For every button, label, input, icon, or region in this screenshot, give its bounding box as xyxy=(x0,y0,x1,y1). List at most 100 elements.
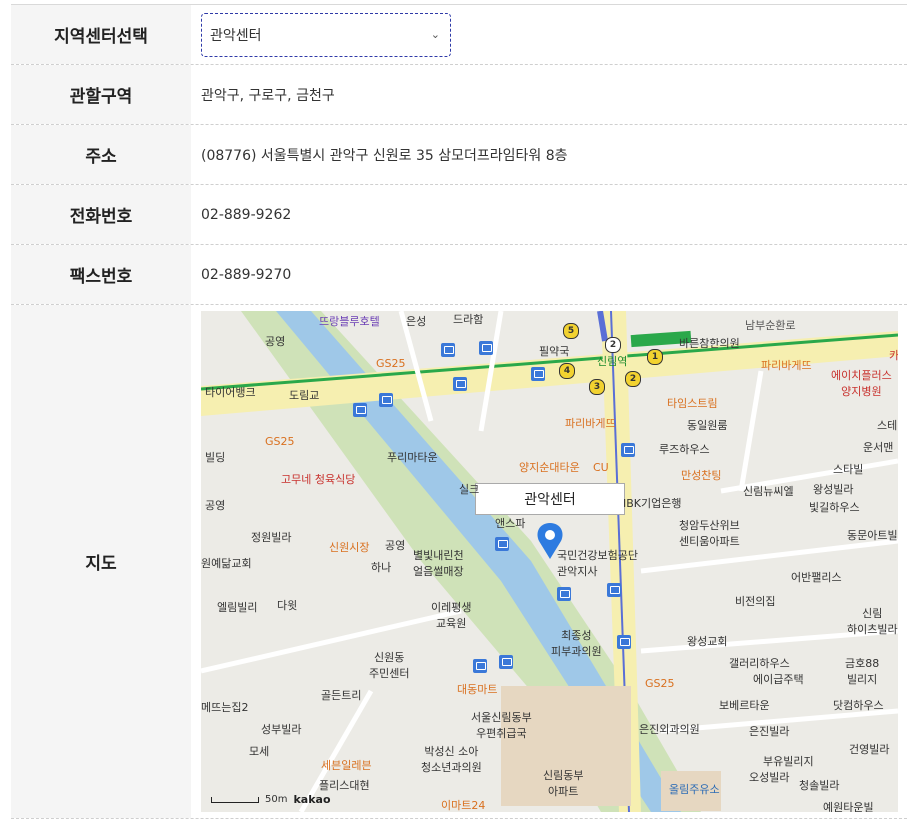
bus-stop-icon[interactable] xyxy=(499,655,513,669)
place-label: 신림뉴씨엘 xyxy=(743,485,794,498)
place-label: 신림동부 아파트 xyxy=(543,769,584,798)
place-label: 은진빌라 xyxy=(749,725,790,738)
place-label: 빌딩 xyxy=(205,451,226,464)
place-label: 이마트24 xyxy=(441,799,486,812)
place-label: IBK기업은행 xyxy=(623,497,682,510)
place-label: 은진외과의원 xyxy=(639,723,700,736)
center-info-table: 지역센터선택 관악센터 ⌄ 관할구역 관악구, 구로구, 금천구 주소 (087… xyxy=(11,4,907,819)
bus-stop-icon[interactable] xyxy=(441,343,455,357)
bus-stop-icon[interactable] xyxy=(621,443,635,457)
scale-label: 50m xyxy=(265,794,288,805)
place-label: 청암두산위브 센티움아파트 xyxy=(679,519,740,548)
place-label: 부유빌리지 xyxy=(763,755,814,768)
place-label: 비전의집 xyxy=(735,595,776,608)
place-label: 오성빌라 xyxy=(749,771,790,784)
phone-value: 02-889-9262 xyxy=(201,206,292,223)
place-label: 성부빌라 xyxy=(261,723,302,736)
place-label: 정원빌라 xyxy=(251,531,292,544)
location-map[interactable]: 관악센터 5 2 1 4 3 2 뜨랑블루호텔 은성 드라함 공영 GS25 타… xyxy=(201,311,898,812)
place-label: 운서맨 xyxy=(863,441,894,454)
row-phone: 전화번호 02-889-9262 xyxy=(11,185,907,245)
place-label: 예원타운빌 xyxy=(823,801,874,812)
place-label: 갤러리하우스 xyxy=(729,657,790,670)
place-label: GS25 xyxy=(376,357,406,370)
map-marker-label[interactable]: 관악센터 xyxy=(475,483,625,515)
place-label: 최종성 피부과의원 xyxy=(551,629,602,658)
row-address: 주소 (08776) 서울특별시 관악구 신원로 35 삼모더프라임타워 8층 xyxy=(11,125,907,185)
place-label: 앤스파 xyxy=(495,517,526,530)
bus-stop-icon[interactable] xyxy=(453,377,467,391)
place-label: 만성찬팅 xyxy=(681,469,722,482)
place-label: 양지순대타운 xyxy=(519,461,580,474)
place-label: 드라함 xyxy=(453,313,484,326)
center-select-dropdown[interactable]: 관악센터 ⌄ xyxy=(201,12,451,57)
bus-stop-icon[interactable] xyxy=(531,367,545,381)
scale-bar xyxy=(211,796,259,803)
place-label: 공영 xyxy=(385,539,406,552)
subway-exit-2-icon: 2 xyxy=(605,337,621,353)
row-center-select: 지역센터선택 관악센터 ⌄ xyxy=(11,5,907,65)
subway-exit-4-icon: 4 xyxy=(559,363,575,379)
place-label: 왕성교회 xyxy=(687,635,728,648)
place-label: GS25 xyxy=(645,677,675,690)
row-label: 지도 xyxy=(11,305,191,818)
place-label: 뜨랑블루호텔 xyxy=(319,315,380,328)
bus-stop-icon[interactable] xyxy=(495,537,509,551)
place-label: 건영빌라 xyxy=(849,743,890,756)
place-label: 어반팰리스 xyxy=(791,571,842,584)
place-label: 골든트리 xyxy=(321,689,362,702)
road-label: 남부순환로 xyxy=(745,319,796,332)
place-label: 필약국 xyxy=(539,345,570,358)
jurisdiction-value: 관악구, 구로구, 금천구 xyxy=(201,87,335,104)
row-fax: 팩스번호 02-889-9270 xyxy=(11,245,907,305)
place-label: 공영 xyxy=(205,499,226,512)
fax-value: 02-889-9270 xyxy=(201,266,292,283)
place-label: 보베르타운 xyxy=(719,699,770,712)
subway-exit-2b-icon: 2 xyxy=(625,371,641,387)
address-value: (08776) 서울특별시 관악구 신원로 35 삼모더프라임타워 8층 xyxy=(201,147,568,164)
place-label: 푸리마타운 xyxy=(387,451,438,464)
place-label: 타임스트림 xyxy=(667,397,718,410)
bus-stop-icon[interactable] xyxy=(557,587,571,601)
place-label: 모세 xyxy=(249,745,270,758)
place-label: 은성 xyxy=(406,315,427,328)
bus-stop-icon[interactable] xyxy=(617,635,631,649)
place-label: 하나 xyxy=(371,561,392,574)
place-label: 카 xyxy=(889,349,898,362)
place-label: 왕성빌라 xyxy=(813,483,854,496)
place-label: 에이치플러스 양지병원 xyxy=(831,369,892,398)
place-label: 신림 하이츠빌라 xyxy=(847,607,898,636)
place-label: 빛길하우스 xyxy=(809,501,860,514)
subway-exit-1-icon: 1 xyxy=(647,349,663,365)
place-label: 공영 xyxy=(265,335,286,348)
place-label: 루즈하우스 xyxy=(659,443,710,456)
bus-stop-icon[interactable] xyxy=(379,393,393,407)
bus-stop-icon[interactable] xyxy=(479,341,493,355)
place-label: 다윗 xyxy=(277,599,298,612)
row-label: 관할구역 xyxy=(11,65,191,124)
place-label: 바른참한의원 xyxy=(679,337,740,350)
map-scale: 50m kakao xyxy=(211,793,331,806)
place-label: 청솔빌라 xyxy=(799,779,840,792)
place-label: 엘림빌리 xyxy=(217,601,258,614)
place-label: 올림주유소 xyxy=(669,783,720,796)
place-label: 박성신 소아 청소년과의원 xyxy=(421,745,482,774)
bus-stop-icon[interactable] xyxy=(473,659,487,673)
place-label: 타이어뱅크 xyxy=(205,386,256,399)
place-label: 서울신림동부 우편취급국 xyxy=(471,711,532,740)
subway-exit-5-icon: 5 xyxy=(563,323,579,339)
place-label: 파리바게뜨 xyxy=(761,359,812,372)
place-label: 실크 xyxy=(459,483,480,496)
row-label: 주소 xyxy=(11,125,191,184)
place-label: 신림역 xyxy=(597,355,628,368)
place-label: 이레평생 교육원 xyxy=(431,601,472,630)
place-label: 스테 xyxy=(877,419,898,432)
bus-stop-icon[interactable] xyxy=(353,403,367,417)
kakao-logo[interactable]: kakao xyxy=(293,793,330,806)
place-label: 에이급주택 xyxy=(753,673,804,686)
row-label: 지역센터선택 xyxy=(11,5,191,64)
bus-stop-icon[interactable] xyxy=(607,583,621,597)
place-label: 도림교 xyxy=(289,389,320,402)
place-label: 동일원룸 xyxy=(687,419,728,432)
place-label: 파리바게뜨 xyxy=(565,417,616,430)
